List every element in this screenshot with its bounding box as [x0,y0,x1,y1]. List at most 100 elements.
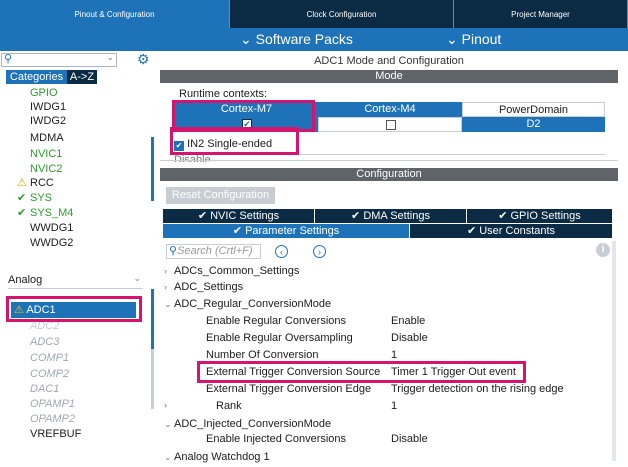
left-panel: ⚲ ⌄ ⚙ Categories A->Z GPIO IWDG1 IWDG2 M… [0,51,158,467]
pinout-menu[interactable]: ⌄ Pinout [446,31,501,48]
chevron-down-icon: ⌄ [164,452,172,462]
list-item-wwdg1[interactable]: WWDG1 [30,221,73,235]
list-item-sys[interactable]: ✔ SYS [17,191,52,205]
list-item-adc2[interactable]: ADC2 [30,319,59,333]
param-value[interactable]: Timer 1 Trigger Out event [391,366,516,378]
configuration-header[interactable]: Configuration [160,168,618,181]
tab-user-constants[interactable]: ✔ User Constants [410,224,612,238]
tab-gpio-settings[interactable]: ✔ GPIO Settings [467,209,612,223]
chevron-down-icon: ⌄ [133,273,141,283]
list-item-sys-m4[interactable]: ✔ SYS_M4 [17,206,73,220]
param-value[interactable]: Disable [391,433,428,445]
list-item-dac1[interactable]: DAC1 [30,382,59,396]
list-item-iwdg2[interactable]: IWDG2 [30,114,66,128]
software-packs-menu[interactable]: ⌄ Software Packs [240,31,353,48]
param-key: External Trigger Conversion Source [206,366,381,378]
list-item-nvic2[interactable]: NVIC2 [30,162,62,176]
left-scrollbar[interactable] [151,137,154,201]
tab-dma-settings[interactable]: ✔ DMA Settings [315,209,466,223]
analog-header[interactable]: Analog ⌄ [8,273,143,289]
tree-node-adcs-common-settings[interactable]: › ADCs_Common_Settings [160,264,299,278]
tab-nvic-settings[interactable]: ✔ NVIC Settings [163,209,314,223]
page-title: ADC1 Mode and Configuration [314,55,464,67]
context-cortex-m7[interactable]: Cortex-M7 [175,102,318,117]
tree-node-adc-regular-conversionmode[interactable]: ⌄ ADC_Regular_ConversionMode [160,297,331,311]
cortex-m4-checkbox[interactable] [386,120,396,130]
previous-icon[interactable]: ‹ [275,245,288,258]
parameters-scrollbar[interactable] [612,241,616,461]
chevron-down-icon: ⌄ [164,299,172,309]
list-item-opamp1[interactable]: OPAMP1 [30,397,75,411]
power-domain-value[interactable]: D2 [462,117,605,132]
param-key: Enable Regular Conversions [206,315,347,327]
tree-node-adc-settings[interactable]: › ADC_Settings [160,280,243,294]
list-item-comp2[interactable]: COMP2 [30,367,69,381]
search-dropdown-icon[interactable]: ⌄ [106,52,114,63]
check-circle-icon: ✔ [498,210,508,222]
list-item-vrefbuf[interactable]: VREFBUF [30,427,81,441]
right-panel: ADC1 Mode and Configuration Mode Runtime… [160,51,618,467]
warning-icon: ⚠ [17,177,27,189]
mode-header[interactable]: Mode [160,70,618,83]
in2-single-ended-option[interactable]: ✔ IN2 Single-ended [174,137,272,151]
tab-categories[interactable]: Categories [6,70,67,84]
in2-checkbox[interactable]: ✔ [174,141,184,151]
chevron-right-icon: › [164,282,167,292]
reset-configuration-button[interactable]: Reset Configuration [166,187,275,204]
analog-scrollbar-thumb[interactable] [151,289,154,349]
context-cortex-m4[interactable]: Cortex-M4 [318,102,462,117]
gear-icon[interactable]: ⚙ [137,51,150,68]
list-item-nvic1[interactable]: NVIC1 [30,147,62,161]
list-item-gpio[interactable]: GPIO [30,86,58,100]
tab-project-manager[interactable]: Project Manager [454,0,628,28]
list-item-opamp2[interactable]: OPAMP2 [30,412,75,426]
parameter-search-input[interactable]: ⚲Search (Crtl+F) [166,244,261,259]
list-item-wwdg2[interactable]: WWDG2 [30,236,73,250]
param-row[interactable]: Enable Regular Oversampling Disable [160,332,610,346]
param-key: Rank [216,400,242,412]
chevron-right-icon: › [164,266,167,276]
cortex-m4-check-cell [318,117,462,132]
list-item-adc1[interactable]: ⚠ ADC1 [11,302,136,318]
list-item-comp1[interactable]: COMP1 [30,351,69,365]
param-value[interactable]: Disable [391,332,428,344]
param-row[interactable]: External Trigger Conversion Source Timer… [160,366,610,380]
param-key: Enable Regular Oversampling [206,332,353,344]
list-item-iwdg1[interactable]: IWDG1 [30,100,66,114]
list-item-rcc[interactable]: ⚠ RCC [17,176,54,190]
next-icon[interactable]: › [313,245,326,258]
tab-pinout-configuration[interactable]: Pinout & Configuration [0,0,230,28]
param-row[interactable]: Number Of Conversion 1 [160,349,610,363]
list-item-adc3[interactable]: ADC3 [30,335,59,349]
check-circle-icon: ✔ [351,210,361,222]
tab-parameter-settings[interactable]: ✔ Parameter Settings [163,224,409,238]
warning-icon: ⚠ [14,304,24,316]
chevron-down-icon: ⌄ [164,419,172,429]
list-item-mdma[interactable]: MDMA [30,131,64,145]
check-circle-icon: ✔ [232,225,242,237]
check-icon: ✔ [17,207,27,219]
info-icon[interactable]: i [596,243,610,257]
param-key: Number Of Conversion [206,349,319,361]
mode-divider [160,160,618,161]
param-value[interactable]: Enable [391,315,425,327]
tree-node-adc-injected-conversionmode[interactable]: ⌄ ADC_Injected_ConversionMode [160,417,331,431]
tab-clock-configuration[interactable]: Clock Configuration [230,0,454,28]
tree-node-analog-watchdog-1[interactable]: ⌄ Analog Watchdog 1 [160,450,270,464]
runtime-contexts-label: Runtime contexts: [179,88,268,100]
search-input[interactable]: ⚲ ⌄ [1,52,117,67]
tab-a-z[interactable]: A->Z [67,70,97,84]
param-value[interactable]: 1 [391,349,397,361]
sub-toolbar: ⌄ Software Packs ⌄ Pinout [0,28,628,51]
param-row[interactable]: External Trigger Conversion Edge Trigger… [160,383,610,397]
param-row[interactable]: Enable Injected Conversions Disable [160,433,610,447]
check-icon: ✔ [17,192,27,204]
cortex-m7-checkbox[interactable]: ✔ [242,119,252,129]
check-circle-icon: ✔ [466,225,477,237]
param-value[interactable]: Trigger detection on the rising edge [391,383,564,395]
param-value[interactable]: 1 [391,400,397,412]
context-powerdomain[interactable]: PowerDomain [462,102,605,117]
search-icon: ⚲ [4,53,13,65]
param-row-rank[interactable]: › Rank 1 [160,400,610,414]
param-row[interactable]: Enable Regular Conversions Enable [160,315,610,329]
